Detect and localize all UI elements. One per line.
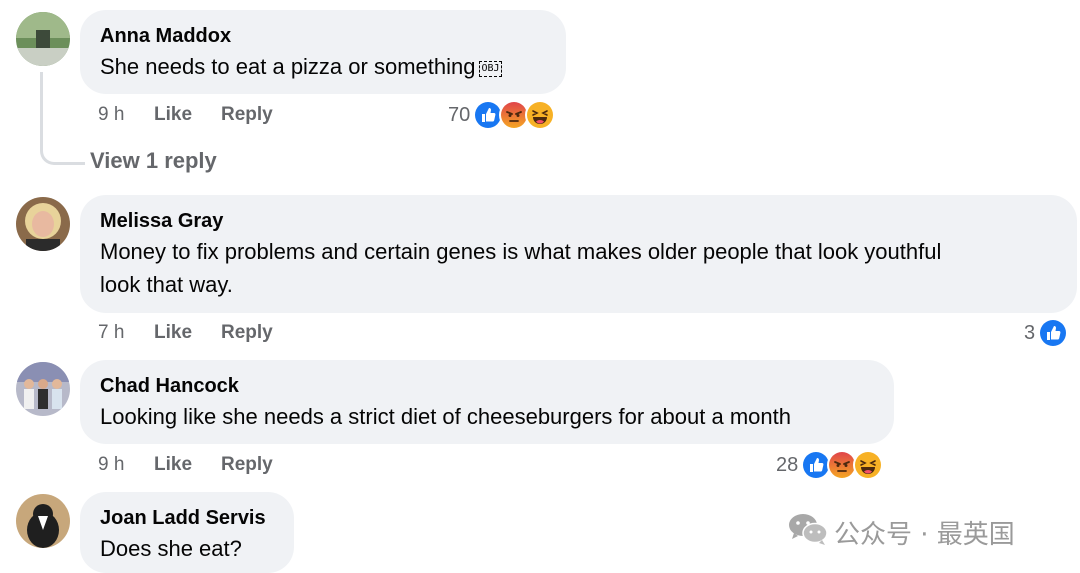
comment-author[interactable]: Chad Hancock (100, 374, 874, 398)
like-button[interactable]: Like (154, 322, 192, 344)
like-button[interactable]: Like (154, 104, 192, 126)
comment-author[interactable]: Melissa Gray (100, 209, 1057, 233)
reaction-summary[interactable]: 70 (448, 100, 556, 130)
comment-text: Money to fix problems and certain genes … (100, 235, 1057, 301)
comment-body: She needs to eat a pizza or something (100, 54, 476, 79)
watermark-text: 公众号 · 最英国 (834, 520, 1015, 550)
comment-bubble: Anna Maddox She needs to eat a pizza or … (80, 10, 566, 94)
reaction-summary[interactable]: 28 (776, 450, 884, 480)
comment-bubble: Chad Hancock Looking like she needs a st… (80, 360, 894, 444)
comment-text-line: Money to fix problems and certain genes … (100, 239, 942, 264)
avatar[interactable] (16, 494, 70, 548)
reaction-summary[interactable]: 3 (1024, 318, 1069, 348)
reaction-count: 70 (448, 103, 471, 126)
obj-glyph: OBJ (479, 61, 502, 77)
comment-bubble: Melissa Gray Money to fix problems and c… (80, 195, 1077, 313)
view-replies-link[interactable]: View 1 reply (90, 148, 217, 174)
watermark: 公众号 · 最英国 (788, 512, 1015, 553)
comment-text: Looking like she needs a strict diet of … (100, 404, 791, 429)
comment-text: She needs to eat a pizza or something OBJ (100, 50, 546, 83)
reply-button[interactable]: Reply (221, 322, 273, 344)
comment-time[interactable]: 9 h (98, 454, 124, 476)
haha-icon (853, 450, 884, 480)
avatar[interactable] (16, 12, 70, 66)
wechat-icon (788, 512, 834, 553)
avatar[interactable] (16, 362, 70, 416)
comment-time[interactable]: 7 h (98, 322, 124, 344)
comment-author[interactable]: Joan Ladd Servis (100, 506, 274, 530)
reply-button[interactable]: Reply (221, 104, 273, 126)
comment-time[interactable]: 9 h (98, 104, 124, 126)
comment-author[interactable]: Anna Maddox (100, 24, 546, 48)
comment-text: Does she eat? (100, 536, 242, 561)
avatar[interactable] (16, 197, 70, 251)
reaction-count: 3 (1024, 321, 1036, 344)
reaction-count: 28 (776, 453, 799, 476)
like-icon (1038, 318, 1069, 348)
thread-connector (40, 72, 85, 165)
reply-button[interactable]: Reply (221, 454, 273, 476)
like-button[interactable]: Like (154, 454, 192, 476)
comment-bubble: Joan Ladd Servis Does she eat? (80, 492, 294, 573)
haha-icon (525, 100, 556, 130)
comment-text-line: look that way. (100, 272, 233, 297)
